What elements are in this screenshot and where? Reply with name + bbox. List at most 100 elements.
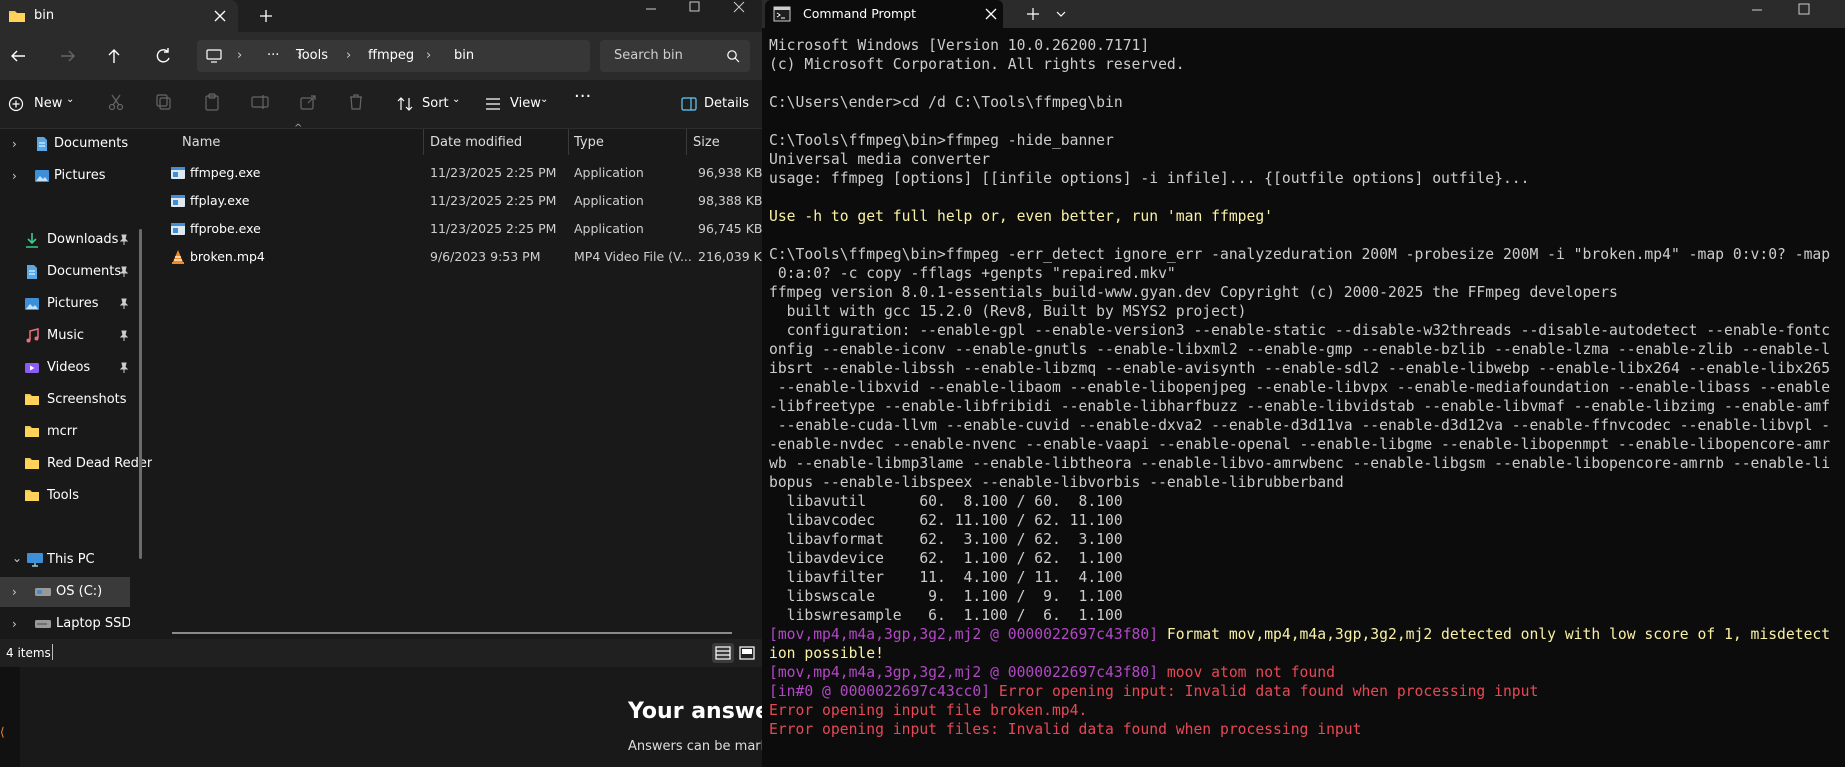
sidebar-item-laptop-ssd[interactable]: › Laptop SSD (D <box>0 609 130 639</box>
view-button[interactable]: View ⌄ <box>484 92 554 116</box>
terminal-output[interactable]: Microsoft Windows [Version 10.0.26200.71… <box>769 36 1845 739</box>
column-header-type[interactable]: Type <box>574 135 604 150</box>
sidebar-item-label: This PC <box>47 552 95 567</box>
file-row-broken-mp4[interactable]: broken.mp4 9/6/2023 9:53 PM MP4 Video Fi… <box>162 243 762 271</box>
application-icon <box>170 193 186 209</box>
new-tab-icon[interactable] <box>252 4 280 28</box>
horizontal-scrollbar[interactable] <box>172 632 732 634</box>
pin-icon[interactable] <box>118 234 130 246</box>
terminal-tab[interactable]: Command Prompt <box>765 0 1003 28</box>
column-header-size[interactable]: Size <box>693 135 720 150</box>
tiles-view-icon[interactable] <box>736 643 758 663</box>
maximize-icon[interactable] <box>672 0 718 32</box>
sidebar-scrollbar[interactable] <box>139 229 142 559</box>
sidebar-item-label: Music <box>47 328 84 343</box>
sort-button[interactable]: Sort ⌄ <box>396 92 462 116</box>
details-view-icon[interactable] <box>712 643 734 663</box>
sidebar-item-screenshots[interactable]: Screenshots <box>0 385 152 415</box>
terminal-tab-title: Command Prompt <box>803 6 917 21</box>
answer-subtext: Answers can be mark <box>628 739 769 754</box>
music-icon <box>24 328 40 344</box>
error-message: moov atom not found <box>1158 664 1335 681</box>
details-button[interactable]: Details <box>680 92 758 116</box>
file-row-ffmpeg[interactable]: ffmpeg.exe 11/23/2025 2:25 PM Applicatio… <box>162 159 762 187</box>
sidebar-item-label: Red Dead Reder <box>47 456 152 471</box>
search-input[interactable]: Search bin <box>600 40 750 72</box>
breadcrumb-bin[interactable]: bin <box>454 48 474 63</box>
column-divider[interactable] <box>686 129 687 155</box>
terminal-line: Use -h to get full help or, even better,… <box>769 208 1274 225</box>
delete-icon[interactable] <box>346 92 366 116</box>
page-left-edge: ⟨ <box>0 667 20 767</box>
sidebar-item-documents[interactable]: › Documents <box>0 129 152 159</box>
share-icon[interactable] <box>298 92 318 116</box>
sidebar-item-label: Documents <box>47 264 122 279</box>
file-row-ffplay[interactable]: ffplay.exe 11/23/2025 2:25 PM Applicatio… <box>162 187 762 215</box>
terminal-line-error: [in#0 @ 0000022697c43cc0] Error opening … <box>769 682 1845 701</box>
sort-label: Sort <box>422 96 449 111</box>
sidebar-item-mcrr[interactable]: mcrr <box>0 417 152 447</box>
close-window-icon[interactable] <box>716 0 762 32</box>
file-date: 9/6/2023 9:53 PM <box>430 249 541 264</box>
pin-icon[interactable] <box>118 266 130 278</box>
back-icon[interactable] <box>4 42 32 70</box>
explorer-tab-bar: bin <box>0 0 762 32</box>
close-tab-icon[interactable] <box>208 4 232 28</box>
chevron-down-icon[interactable]: ⌄ <box>12 551 22 565</box>
sidebar-item-os-c[interactable]: › OS (C:) <box>0 577 130 607</box>
cut-icon[interactable] <box>106 92 126 116</box>
paste-icon[interactable] <box>202 92 222 116</box>
address-bar[interactable]: › ··· › Tools › ffmpeg › bin <box>197 40 590 72</box>
application-icon <box>170 221 186 237</box>
close-tab-icon[interactable] <box>983 6 999 22</box>
status-divider <box>52 644 53 660</box>
minimize-icon[interactable] <box>628 0 674 32</box>
explorer-tab[interactable]: bin <box>0 0 238 32</box>
sidebar-item-pictures-quick[interactable]: Pictures <box>0 289 152 319</box>
sidebar-item-label: Downloads <box>47 232 119 247</box>
sidebar-item-downloads[interactable]: Downloads <box>0 225 152 255</box>
address-ellipsis[interactable]: ··· <box>267 48 279 63</box>
pin-icon[interactable] <box>118 298 130 310</box>
chevron-right-icon: › <box>426 48 432 63</box>
up-icon[interactable] <box>100 42 128 70</box>
terminal-line-error: [mov,mp4,m4a,3gp,3g2,mj2 @ 0000022697c43… <box>769 663 1845 682</box>
breadcrumb-ffmpeg[interactable]: ffmpeg <box>368 48 414 63</box>
copy-icon[interactable] <box>154 92 174 116</box>
forward-icon[interactable] <box>54 42 82 70</box>
sidebar-item-documents-quick[interactable]: Documents <box>0 257 152 287</box>
chevron-right-icon[interactable]: › <box>12 169 17 183</box>
maximize-icon[interactable] <box>1794 0 1814 20</box>
rename-icon[interactable] <box>250 92 270 116</box>
terminal-line: libavformat 62. 3.100 / 62. 3.100 <box>769 531 1123 548</box>
view-label: View <box>510 96 541 111</box>
column-header-date-modified[interactable]: Date modified <box>430 135 522 150</box>
breadcrumb-tools[interactable]: Tools <box>296 48 328 63</box>
new-tab-icon[interactable] <box>1024 5 1042 23</box>
sidebar-item-pictures[interactable]: › Pictures <box>0 161 152 191</box>
chevron-right-icon[interactable]: › <box>12 585 17 599</box>
sidebar-item-videos[interactable]: Videos <box>0 353 152 383</box>
refresh-icon[interactable] <box>149 42 177 70</box>
column-divider[interactable] <box>568 129 569 155</box>
sidebar-item-tools[interactable]: Tools <box>0 481 152 511</box>
chevron-right-icon[interactable]: › <box>12 137 17 151</box>
pin-icon[interactable] <box>118 362 130 374</box>
chevron-down-icon[interactable] <box>1054 8 1068 20</box>
new-button[interactable]: New ⌄ <box>6 92 76 116</box>
sidebar-item-music[interactable]: Music <box>0 321 152 351</box>
more-options-icon[interactable]: ··· <box>574 86 596 110</box>
column-header-name[interactable]: Name <box>182 135 220 150</box>
minimize-icon[interactable] <box>1747 4 1767 24</box>
sidebar-item-red-dead[interactable]: Red Dead Reder <box>0 449 152 479</box>
sidebar-item-label: Videos <box>47 360 91 375</box>
command-prompt-window: Command Prompt Microsoft Windows [Versio… <box>762 0 1845 767</box>
chevron-right-icon[interactable]: › <box>12 617 17 631</box>
column-divider[interactable] <box>423 129 424 155</box>
command-bar: New ⌄ Sort ⌄ View ⌄ ··· Details <box>0 80 762 129</box>
pin-icon[interactable] <box>118 330 130 342</box>
file-name: ffplay.exe <box>190 193 250 208</box>
sidebar-item-this-pc[interactable]: ⌄ This PC <box>0 545 152 575</box>
file-name: ffprobe.exe <box>190 221 261 236</box>
file-row-ffprobe[interactable]: ffprobe.exe 11/23/2025 2:25 PM Applicati… <box>162 215 762 243</box>
